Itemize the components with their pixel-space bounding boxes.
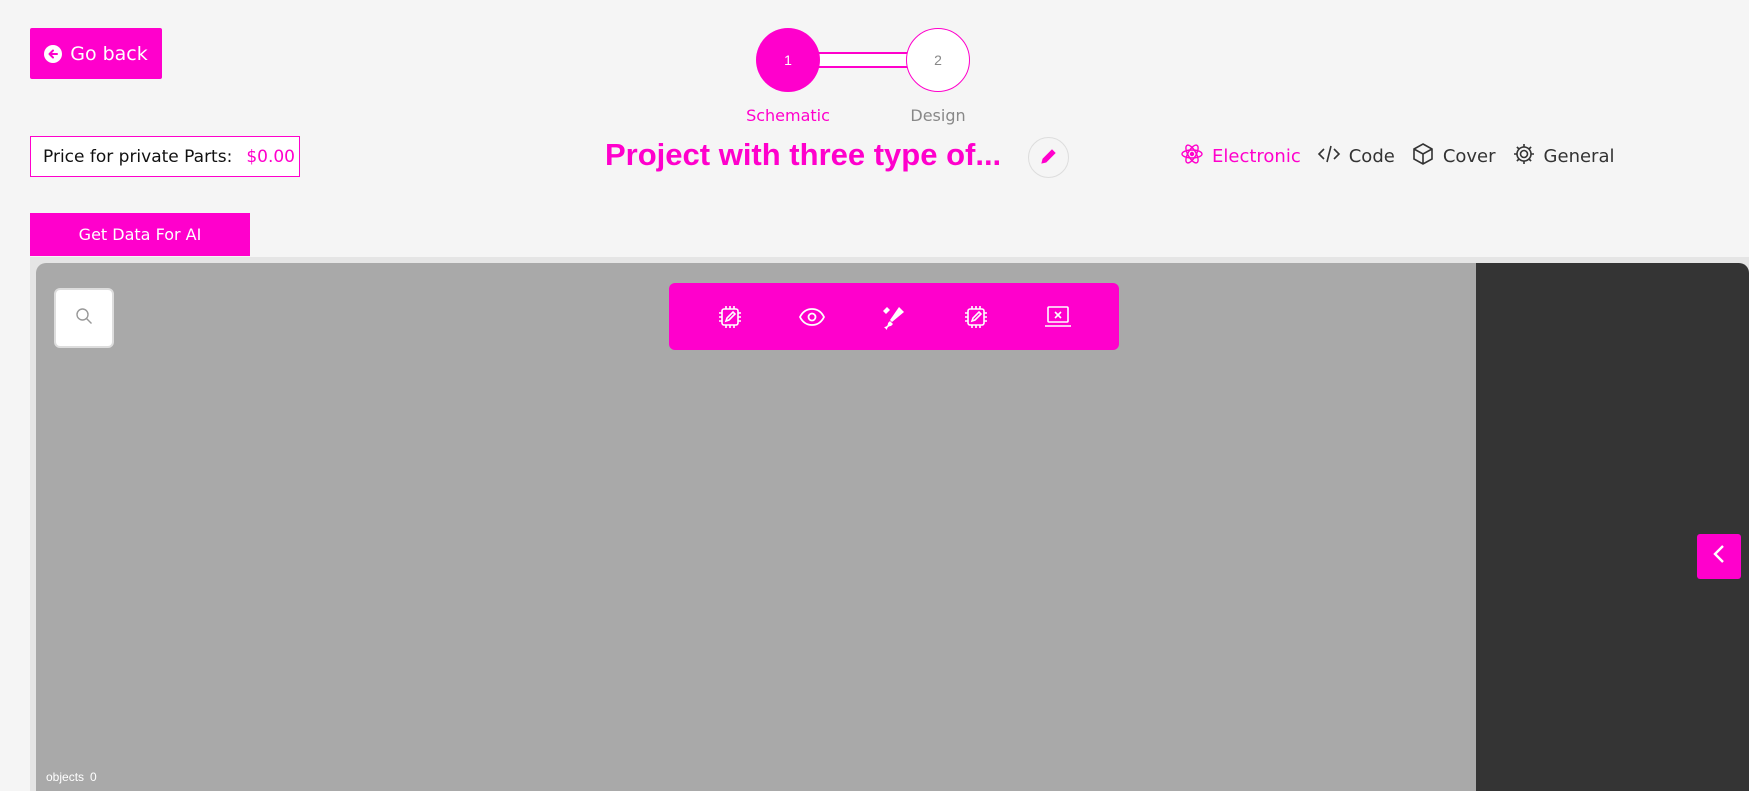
get-data-for-ai-button[interactable]: Get Data For AI xyxy=(30,213,250,256)
tab-label: General xyxy=(1543,146,1615,167)
objects-count: 0 xyxy=(90,770,97,784)
tab-label: Cover xyxy=(1442,146,1496,167)
step-number: 1 xyxy=(784,52,792,68)
price-value: $0.00 xyxy=(246,146,295,167)
pencil-icon xyxy=(1040,147,1058,168)
category-tabs: Electronic Code Cover General xyxy=(1180,142,1614,171)
chevron-left-icon xyxy=(1712,544,1726,569)
search-button[interactable] xyxy=(54,288,114,348)
tab-general[interactable]: General xyxy=(1512,142,1615,171)
side-panel xyxy=(1476,263,1749,791)
laptop-icon[interactable] xyxy=(1043,302,1073,332)
step-label-schematic: Schematic xyxy=(746,106,830,125)
search-icon xyxy=(75,307,93,330)
tab-label: Code xyxy=(1348,146,1395,167)
cube-icon xyxy=(1411,142,1435,171)
arrow-left-icon xyxy=(44,44,63,63)
tab-label: Electronic xyxy=(1212,146,1301,167)
objects-counter: objects 0 xyxy=(46,770,97,784)
collapse-panel-button[interactable] xyxy=(1697,534,1741,579)
stepper: 1 2 Schematic Design xyxy=(740,28,980,128)
tab-electronic[interactable]: Electronic xyxy=(1180,142,1301,171)
step-2-design[interactable]: 2 xyxy=(906,28,970,92)
tab-code[interactable]: Code xyxy=(1317,142,1395,171)
atom-icon xyxy=(1180,142,1204,171)
step-number: 2 xyxy=(934,52,942,68)
canvas-toolbar xyxy=(669,283,1119,350)
gear-icon xyxy=(1512,142,1536,171)
edit-title-button[interactable] xyxy=(1028,137,1069,178)
paint-brush-icon[interactable] xyxy=(879,302,909,332)
chip-edit-icon[interactable] xyxy=(715,302,745,332)
step-1-schematic[interactable]: 1 xyxy=(756,28,820,92)
project-title: Project with three type of... xyxy=(605,137,1002,172)
code-icon xyxy=(1317,142,1341,171)
private-parts-price: Price for private Parts: $0.00 xyxy=(30,136,300,177)
tab-cover[interactable]: Cover xyxy=(1411,142,1496,171)
price-label: Price for private Parts: xyxy=(43,146,233,167)
step-connector xyxy=(818,52,908,68)
chip-edit-icon[interactable] xyxy=(961,302,991,332)
eye-icon[interactable] xyxy=(797,302,827,332)
go-back-label: Go back xyxy=(70,42,148,65)
step-label-design: Design xyxy=(910,106,966,125)
objects-label: objects xyxy=(46,770,85,784)
go-back-button[interactable]: Go back xyxy=(30,28,162,79)
